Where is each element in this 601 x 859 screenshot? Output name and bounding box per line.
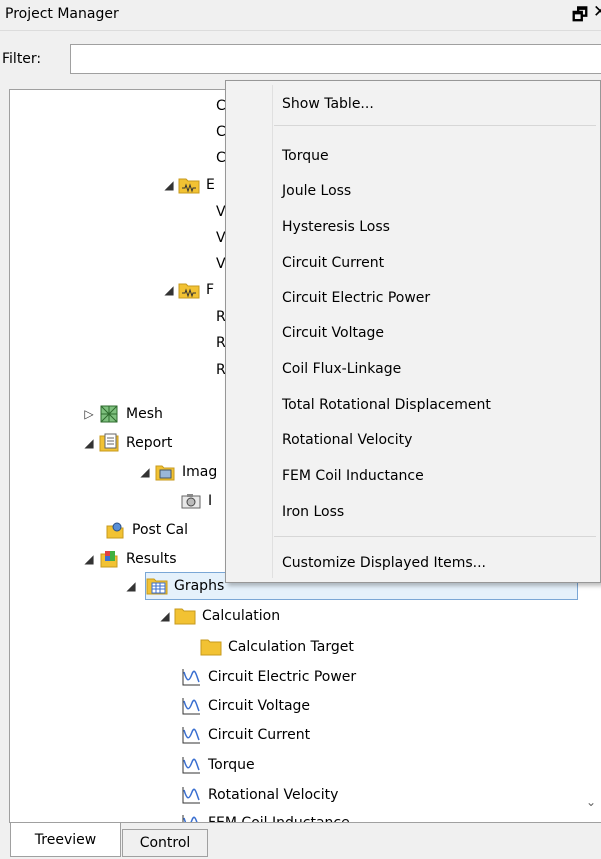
menu-item-label: Circuit Electric Power (282, 290, 431, 306)
tree-item-label: Circuit Current (208, 727, 311, 743)
menu-item-label: FEM Coil Inductance (282, 468, 424, 484)
tree-item-calculation[interactable]: ◢ Calculation (156, 602, 280, 630)
expanded-arrow-icon[interactable]: ◢ (160, 283, 178, 297)
float-window-icon[interactable]: 🗗 (572, 2, 588, 31)
tree-item-mesh[interactable]: ▷ Mesh (80, 400, 163, 428)
scroll-down-icon[interactable]: ⌄ (586, 795, 596, 809)
graph-icon (180, 696, 202, 716)
graphs-icon (146, 576, 168, 596)
post-calc-icon (104, 520, 126, 540)
expanded-arrow-icon[interactable]: ◢ (156, 609, 174, 623)
collapsed-arrow-icon[interactable]: ▷ (80, 407, 98, 421)
tree-item-circuit-group-1[interactable]: ◢ E (160, 171, 215, 199)
tree-item-label: F (206, 282, 215, 298)
tree-item-label: Rotational Velocity (208, 787, 339, 803)
menu-item-label: Circuit Voltage (282, 325, 385, 341)
tree-item-label: Torque (208, 757, 255, 773)
menu-item-label: Total Rotational Displacement (282, 397, 491, 413)
expanded-arrow-icon[interactable]: ◢ (136, 465, 154, 479)
menu-item-label: Torque (282, 148, 329, 164)
tree-item-circuit-group-2[interactable]: ◢ F (160, 276, 214, 304)
tree-item-label: Results (126, 551, 177, 567)
tab-treeview[interactable]: Treeview (10, 823, 121, 857)
tree-item-label: E (206, 177, 215, 193)
panel-title-bar: Project Manager 🗗 ✕ (0, 0, 601, 31)
tree-item-image[interactable]: I (180, 487, 212, 515)
folder-icon (200, 637, 222, 657)
tree-item-label: FEM Coil Inductance (208, 815, 350, 823)
menu-item-customize-displayed-items[interactable]: Customize Displayed Items... (282, 548, 597, 578)
circuit-folder-icon (178, 175, 200, 195)
tree-item-label: Mesh (126, 406, 163, 422)
tree-item-label: Circuit Voltage (208, 698, 311, 714)
graph-icon (180, 785, 202, 805)
circuit-folder-icon (178, 280, 200, 300)
menu-item-total-rotational-displacement[interactable]: Total Rotational Displacement ▶ (282, 390, 597, 420)
expanded-arrow-icon[interactable]: ◢ (80, 436, 98, 450)
graph-icon (180, 725, 202, 745)
tree-item-calculation-target[interactable]: Calculation Target (200, 633, 354, 661)
filter-bar: Filter: (0, 44, 601, 76)
tree-item-graph[interactable]: Circuit Electric Power (180, 663, 356, 691)
close-icon[interactable]: ✕ (593, 2, 601, 22)
menu-item-label: Rotational Velocity (282, 432, 413, 448)
menu-item-circuit-voltage[interactable]: Circuit Voltage ▶ (282, 318, 597, 348)
tree-item-results[interactable]: ◢ Results (80, 545, 177, 573)
graph-icon (180, 667, 202, 687)
report-icon (98, 433, 120, 453)
tab-control[interactable]: Control (122, 829, 208, 857)
graph-icon (180, 813, 202, 822)
tree-item-label: Imag (182, 464, 218, 480)
camera-icon (180, 491, 202, 511)
tree-item-label: Post Cal (132, 522, 188, 538)
menu-gutter-divider (272, 85, 273, 578)
tree-item-label: Calculation (202, 608, 281, 624)
menu-item-label: Coil Flux-Linkage (282, 361, 402, 377)
menu-item-label: Show Table... (282, 96, 374, 112)
tree-item-graph[interactable]: FEM Coil Inductance (180, 809, 350, 823)
menu-item-torque[interactable]: Torque ▶ (282, 141, 597, 171)
tree-item-image-folder[interactable]: ◢ Imag (136, 458, 217, 486)
expanded-arrow-icon[interactable]: ◢ (122, 579, 140, 593)
filter-input[interactable] (70, 44, 601, 74)
context-menu: Show Table... Torque ▶ Joule Loss ▶ Hyst… (225, 80, 601, 583)
tree-item-label: Report (126, 435, 173, 451)
menu-item-hysteresis-loss[interactable]: Hysteresis Loss ▶ (282, 212, 597, 242)
menu-item-label: Circuit Current (282, 255, 385, 271)
tree-item-label: Circuit Electric Power (208, 669, 357, 685)
menu-item-circuit-current[interactable]: Circuit Current ▶ (282, 248, 597, 278)
mesh-icon (98, 404, 120, 424)
menu-item-rotational-velocity[interactable]: Rotational Velocity ▶ (282, 425, 597, 455)
expanded-arrow-icon[interactable]: ◢ (80, 552, 98, 566)
menu-item-iron-loss[interactable]: Iron Loss ▶ (282, 497, 597, 527)
menu-item-label: Hysteresis Loss (282, 219, 390, 235)
menu-item-circuit-electric-power[interactable]: Circuit Electric Power ▶ (282, 283, 597, 313)
menu-item-fem-coil-inductance[interactable]: FEM Coil Inductance ▶ (282, 461, 597, 491)
image-folder-icon (154, 462, 176, 482)
tree-item-graph[interactable]: Circuit Current (180, 721, 310, 749)
filter-label: Filter: (2, 51, 42, 67)
tree-item-graph[interactable]: Circuit Voltage (180, 692, 310, 720)
menu-item-coil-flux-linkage[interactable]: Coil Flux-Linkage ▶ (282, 354, 597, 384)
tree-item-label: Calculation Target (228, 639, 354, 655)
tree-item-label: I (208, 493, 213, 509)
menu-item-joule-loss[interactable]: Joule Loss ▶ (282, 176, 597, 206)
expanded-arrow-icon[interactable]: ◢ (160, 178, 178, 192)
menu-item-label: Iron Loss (282, 504, 345, 520)
panel-title: Project Manager (5, 6, 119, 22)
graph-icon (180, 755, 202, 775)
folder-icon (174, 606, 196, 626)
tree-item-graph[interactable]: Torque (180, 751, 255, 779)
tree-item-graph[interactable]: Rotational Velocity (180, 781, 338, 809)
bottom-tab-bar: Treeview Control (0, 823, 601, 859)
tree-item-label: Graphs (174, 578, 225, 594)
menu-separator (274, 125, 596, 126)
tree-item-report[interactable]: ◢ Report (80, 429, 172, 457)
tree-item-post-calc[interactable]: Post Cal (104, 516, 188, 544)
menu-item-show-table[interactable]: Show Table... (282, 89, 597, 119)
menu-item-label: Joule Loss (282, 183, 352, 199)
menu-separator (274, 536, 596, 537)
menu-item-label: Customize Displayed Items... (282, 555, 487, 571)
results-icon (98, 549, 120, 569)
